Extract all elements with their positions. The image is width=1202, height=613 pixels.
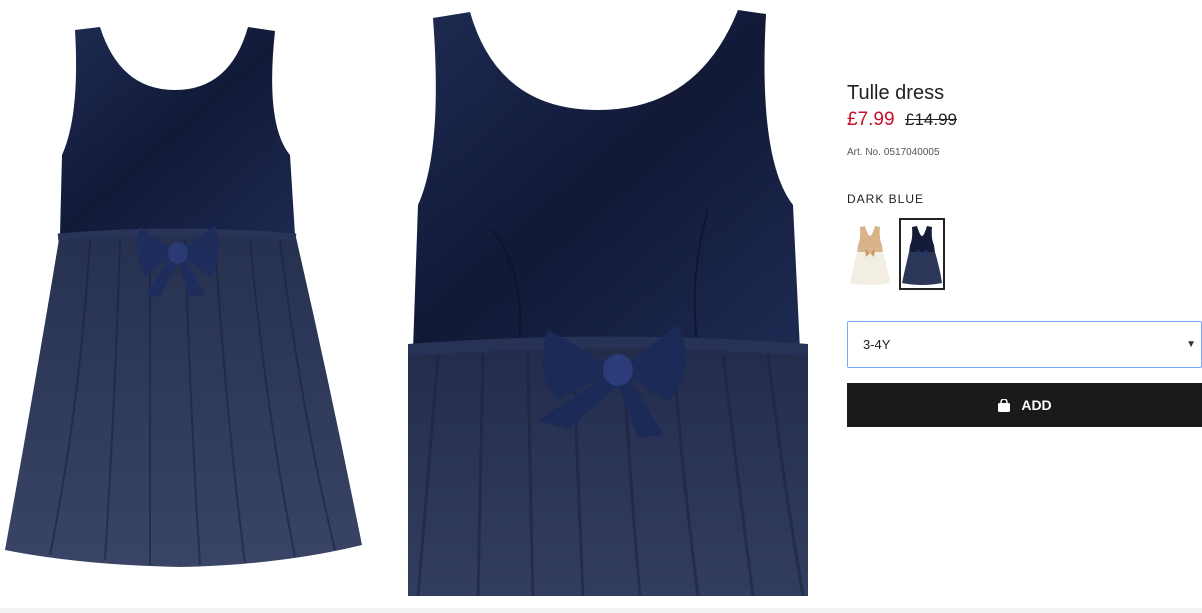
sale-price: £7.99 [847, 109, 895, 130]
product-image-zoom[interactable] [408, 0, 808, 596]
chevron-down-icon: ▼ [1186, 339, 1196, 350]
product-gallery [0, 0, 820, 613]
dark-blue-dress-swatch-icon [902, 226, 942, 285]
page-bottom-divider [0, 608, 1202, 613]
dress-full-illustration [5, 27, 362, 567]
swatch-beige[interactable] [847, 218, 893, 290]
dress-zoom-illustration [408, 10, 808, 596]
add-button-label: ADD [1021, 397, 1052, 413]
swatch-dark-blue[interactable] [899, 218, 945, 290]
add-to-bag-button[interactable]: ADD [847, 383, 1202, 427]
product-details-panel: Tulle dress £7.99 £14.99 Art. No. 0517040… [847, 80, 1202, 427]
beige-dress-swatch-icon [850, 226, 890, 285]
shopping-bag-icon [997, 397, 1011, 412]
color-swatches [847, 218, 1202, 290]
article-number-label: Art. No. [847, 147, 881, 158]
original-price: £14.99 [905, 110, 957, 129]
size-dropdown-value: 3-4Y [863, 337, 891, 352]
selected-color-name: DARK BLUE [847, 192, 925, 206]
article-number: Art. No. 0517040005 [847, 147, 1202, 158]
product-title: Tulle dress [847, 82, 945, 104]
article-number-value: 0517040005 [883, 147, 940, 158]
price-row: £7.99 £14.99 [847, 108, 1202, 133]
product-image-full[interactable] [0, 5, 370, 575]
size-dropdown[interactable]: 3-4Y ▼ [847, 321, 1202, 368]
